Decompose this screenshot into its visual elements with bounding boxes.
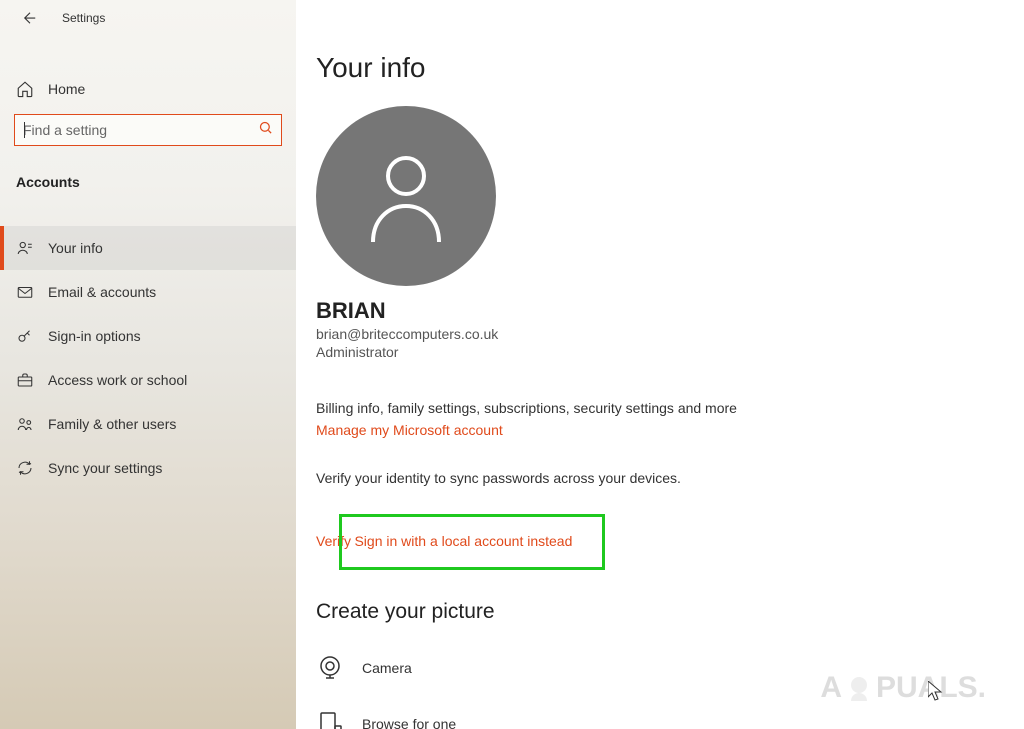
sidebar-item-label: Sync your settings [48,460,162,476]
home-icon [16,80,34,98]
nav-list: Your info Email & accounts Sign-in optio… [0,226,296,490]
main-content: Your info BRIAN brian@briteccomputers.co… [296,0,1024,729]
username: BRIAN [316,298,1004,324]
sidebar: Settings Home Accounts Your [0,0,296,729]
window-title: Settings [62,11,105,25]
sidebar-item-sync[interactable]: Sync your settings [0,446,296,490]
back-arrow-icon [21,9,39,27]
search-container [0,110,296,160]
email-icon [16,283,34,301]
titlebar: Settings [0,0,296,36]
sync-icon [16,459,34,477]
sidebar-item-email[interactable]: Email & accounts [0,270,296,314]
billing-info-text: Billing info, family settings, subscript… [316,400,1004,416]
local-account-link[interactable]: Sign in with a local account instead [354,533,572,549]
camera-icon [316,654,344,682]
sidebar-item-signin[interactable]: Sign-in options [0,314,296,358]
sidebar-item-label: Sign-in options [48,328,141,344]
back-button[interactable] [20,8,40,28]
sidebar-item-label: Your info [48,240,103,256]
highlight-box: Sign in with a local account instead [339,514,605,570]
key-icon [16,327,34,345]
sidebar-item-your-info[interactable]: Your info [0,226,296,270]
briefcase-icon [16,371,34,389]
sidebar-home-label: Home [48,81,85,97]
sidebar-home[interactable]: Home [0,68,296,110]
sidebar-item-label: Access work or school [48,372,187,388]
search-icon [258,120,273,140]
watermark: A PUALS. [820,671,986,705]
user-role: Administrator [316,344,1004,360]
sidebar-item-label: Email & accounts [48,284,156,300]
user-email: brian@briteccomputers.co.uk [316,326,1004,342]
sidebar-item-label: Family & other users [48,416,176,432]
search-input[interactable] [23,122,258,138]
sidebar-item-work[interactable]: Access work or school [0,358,296,402]
search-box[interactable] [14,114,282,146]
page-title: Your info [316,52,1004,84]
sidebar-section-header: Accounts [0,160,296,202]
text-cursor [24,122,25,138]
mouse-cursor-icon [928,681,944,701]
family-icon [16,415,34,433]
verify-text: Verify your identity to sync passwords a… [316,470,1004,486]
sidebar-item-family[interactable]: Family & other users [0,402,296,446]
avatar [316,106,496,286]
picture-section-title: Create your picture [316,600,1004,624]
manage-account-link[interactable]: Manage my Microsoft account [316,422,503,438]
picture-option-label: Browse for one [362,716,456,729]
watermark-logo-icon [844,673,874,703]
person-icon [361,146,451,246]
your-info-icon [16,239,34,257]
browse-icon [316,710,344,729]
picture-option-label: Camera [362,660,412,676]
